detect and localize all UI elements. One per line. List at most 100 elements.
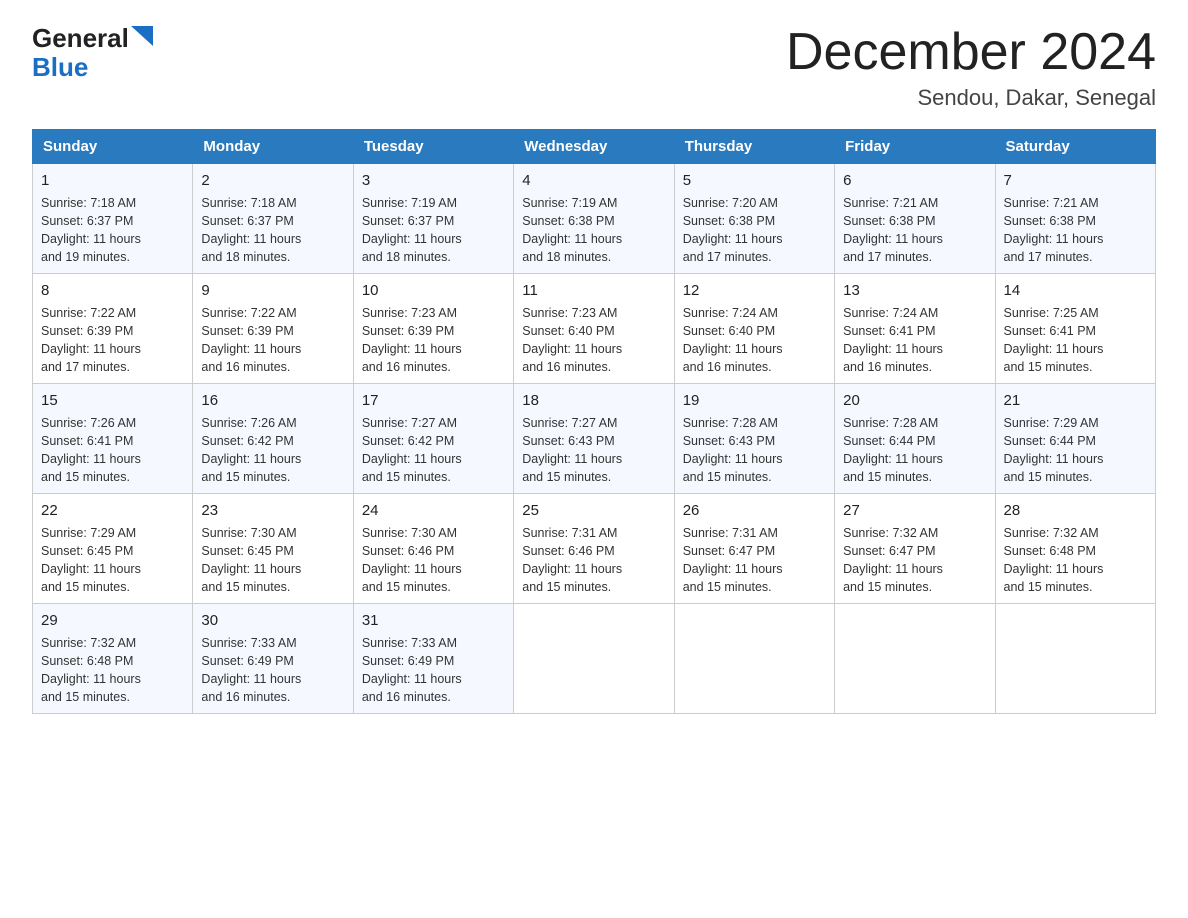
day-number: 24 <box>362 500 505 522</box>
column-header-tuesday: Tuesday <box>353 130 513 164</box>
calendar-day-cell: 9Sunrise: 7:22 AM Sunset: 6:39 PM Daylig… <box>193 274 353 384</box>
empty-cell <box>995 604 1155 714</box>
calendar-day-cell: 7Sunrise: 7:21 AM Sunset: 6:38 PM Daylig… <box>995 164 1155 274</box>
column-header-sunday: Sunday <box>33 130 193 164</box>
logo-blue-text: Blue <box>32 53 88 82</box>
day-number: 3 <box>362 170 505 192</box>
calendar-subtitle: Sendou, Dakar, Senegal <box>786 85 1156 111</box>
day-number: 18 <box>522 390 665 412</box>
day-info: Sunrise: 7:32 AM Sunset: 6:47 PM Dayligh… <box>843 524 986 597</box>
day-info: Sunrise: 7:27 AM Sunset: 6:43 PM Dayligh… <box>522 414 665 487</box>
column-header-saturday: Saturday <box>995 130 1155 164</box>
calendar-day-cell: 3Sunrise: 7:19 AM Sunset: 6:37 PM Daylig… <box>353 164 513 274</box>
day-info: Sunrise: 7:21 AM Sunset: 6:38 PM Dayligh… <box>1004 194 1147 267</box>
day-info: Sunrise: 7:32 AM Sunset: 6:48 PM Dayligh… <box>1004 524 1147 597</box>
day-number: 28 <box>1004 500 1147 522</box>
calendar-day-cell: 11Sunrise: 7:23 AM Sunset: 6:40 PM Dayli… <box>514 274 674 384</box>
day-info: Sunrise: 7:28 AM Sunset: 6:43 PM Dayligh… <box>683 414 826 487</box>
day-number: 14 <box>1004 280 1147 302</box>
day-info: Sunrise: 7:19 AM Sunset: 6:37 PM Dayligh… <box>362 194 505 267</box>
day-number: 5 <box>683 170 826 192</box>
day-number: 21 <box>1004 390 1147 412</box>
day-number: 16 <box>201 390 344 412</box>
day-info: Sunrise: 7:23 AM Sunset: 6:40 PM Dayligh… <box>522 304 665 377</box>
calendar-day-cell: 17Sunrise: 7:27 AM Sunset: 6:42 PM Dayli… <box>353 384 513 494</box>
calendar-day-cell: 13Sunrise: 7:24 AM Sunset: 6:41 PM Dayli… <box>835 274 995 384</box>
calendar-week-row: 15Sunrise: 7:26 AM Sunset: 6:41 PM Dayli… <box>33 384 1156 494</box>
calendar-week-row: 22Sunrise: 7:29 AM Sunset: 6:45 PM Dayli… <box>33 494 1156 604</box>
day-info: Sunrise: 7:26 AM Sunset: 6:42 PM Dayligh… <box>201 414 344 487</box>
day-info: Sunrise: 7:23 AM Sunset: 6:39 PM Dayligh… <box>362 304 505 377</box>
logo-triangle-icon <box>131 26 153 46</box>
column-header-monday: Monday <box>193 130 353 164</box>
calendar-week-row: 1 Sunrise: 7:18 AM Sunset: 6:37 PM Daylig… <box>33 164 1156 274</box>
empty-cell <box>674 604 834 714</box>
day-number: 1 <box>41 170 184 192</box>
day-info: Sunrise: 7:33 AM Sunset: 6:49 PM Dayligh… <box>201 634 344 707</box>
calendar-header-row: SundayMondayTuesdayWednesdayThursdayFrid… <box>33 130 1156 164</box>
day-number: 25 <box>522 500 665 522</box>
day-number: 31 <box>362 610 505 632</box>
calendar-day-cell: 6Sunrise: 7:21 AM Sunset: 6:38 PM Daylig… <box>835 164 995 274</box>
calendar-day-cell: 28Sunrise: 7:32 AM Sunset: 6:48 PM Dayli… <box>995 494 1155 604</box>
day-info: Sunrise: 7:30 AM Sunset: 6:45 PM Dayligh… <box>201 524 344 597</box>
calendar-day-cell: 15Sunrise: 7:26 AM Sunset: 6:41 PM Dayli… <box>33 384 193 494</box>
day-info: Sunrise: 7:26 AM Sunset: 6:41 PM Dayligh… <box>41 414 184 487</box>
day-number: 19 <box>683 390 826 412</box>
calendar-day-cell: 5Sunrise: 7:20 AM Sunset: 6:38 PM Daylig… <box>674 164 834 274</box>
day-info: Sunrise: 7:24 AM Sunset: 6:40 PM Dayligh… <box>683 304 826 377</box>
day-info: Sunrise: 7:18 AM Sunset: 6:37 PM Dayligh… <box>201 194 344 267</box>
title-block: December 2024 Sendou, Dakar, Senegal <box>786 24 1156 111</box>
day-number: 23 <box>201 500 344 522</box>
day-info: Sunrise: 7:27 AM Sunset: 6:42 PM Dayligh… <box>362 414 505 487</box>
day-number: 9 <box>201 280 344 302</box>
calendar-day-cell: 8Sunrise: 7:22 AM Sunset: 6:39 PM Daylig… <box>33 274 193 384</box>
column-header-wednesday: Wednesday <box>514 130 674 164</box>
day-number: 29 <box>41 610 184 632</box>
calendar-day-cell: 25Sunrise: 7:31 AM Sunset: 6:46 PM Dayli… <box>514 494 674 604</box>
day-number: 11 <box>522 280 665 302</box>
day-info: Sunrise: 7:21 AM Sunset: 6:38 PM Dayligh… <box>843 194 986 267</box>
logo: General Blue <box>32 24 153 81</box>
day-info: Sunrise: 7:19 AM Sunset: 6:38 PM Dayligh… <box>522 194 665 267</box>
calendar-day-cell: 10Sunrise: 7:23 AM Sunset: 6:39 PM Dayli… <box>353 274 513 384</box>
calendar-day-cell: 19Sunrise: 7:28 AM Sunset: 6:43 PM Dayli… <box>674 384 834 494</box>
calendar-day-cell: 1Sunrise: 7:18 AM Sunset: 6:37 PM Daylig… <box>33 164 193 274</box>
day-info: Sunrise: 7:30 AM Sunset: 6:46 PM Dayligh… <box>362 524 505 597</box>
calendar-day-cell: 30Sunrise: 7:33 AM Sunset: 6:49 PM Dayli… <box>193 604 353 714</box>
day-number: 10 <box>362 280 505 302</box>
day-number: 7 <box>1004 170 1147 192</box>
day-info: Sunrise: 7:31 AM Sunset: 6:46 PM Dayligh… <box>522 524 665 597</box>
day-number: 15 <box>41 390 184 412</box>
empty-cell <box>835 604 995 714</box>
page-header: General Blue December 2024 Sendou, Dakar… <box>32 24 1156 111</box>
calendar-day-cell: 26Sunrise: 7:31 AM Sunset: 6:47 PM Dayli… <box>674 494 834 604</box>
day-number: 12 <box>683 280 826 302</box>
calendar-title: December 2024 <box>786 24 1156 81</box>
calendar-day-cell: 4Sunrise: 7:19 AM Sunset: 6:38 PM Daylig… <box>514 164 674 274</box>
day-info: Sunrise: 7:33 AM Sunset: 6:49 PM Dayligh… <box>362 634 505 707</box>
calendar-week-row: 8Sunrise: 7:22 AM Sunset: 6:39 PM Daylig… <box>33 274 1156 384</box>
day-number: 4 <box>522 170 665 192</box>
calendar-day-cell: 16Sunrise: 7:26 AM Sunset: 6:42 PM Dayli… <box>193 384 353 494</box>
day-info: Sunrise: 7:25 AM Sunset: 6:41 PM Dayligh… <box>1004 304 1147 377</box>
calendar-table: SundayMondayTuesdayWednesdayThursdayFrid… <box>32 129 1156 714</box>
column-header-thursday: Thursday <box>674 130 834 164</box>
day-number: 2 <box>201 170 344 192</box>
day-info: Sunrise: 7:31 AM Sunset: 6:47 PM Dayligh… <box>683 524 826 597</box>
day-number: 20 <box>843 390 986 412</box>
calendar-day-cell: 18Sunrise: 7:27 AM Sunset: 6:43 PM Dayli… <box>514 384 674 494</box>
calendar-day-cell: 20Sunrise: 7:28 AM Sunset: 6:44 PM Dayli… <box>835 384 995 494</box>
day-info: Sunrise: 7:22 AM Sunset: 6:39 PM Dayligh… <box>41 304 184 377</box>
calendar-day-cell: 27Sunrise: 7:32 AM Sunset: 6:47 PM Dayli… <box>835 494 995 604</box>
calendar-day-cell: 14Sunrise: 7:25 AM Sunset: 6:41 PM Dayli… <box>995 274 1155 384</box>
calendar-day-cell: 22Sunrise: 7:29 AM Sunset: 6:45 PM Dayli… <box>33 494 193 604</box>
logo-general-text: General <box>32 24 129 53</box>
day-info: Sunrise: 7:20 AM Sunset: 6:38 PM Dayligh… <box>683 194 826 267</box>
calendar-day-cell: 31Sunrise: 7:33 AM Sunset: 6:49 PM Dayli… <box>353 604 513 714</box>
empty-cell <box>514 604 674 714</box>
day-number: 27 <box>843 500 986 522</box>
day-info: Sunrise: 7:29 AM Sunset: 6:44 PM Dayligh… <box>1004 414 1147 487</box>
day-number: 30 <box>201 610 344 632</box>
column-header-friday: Friday <box>835 130 995 164</box>
